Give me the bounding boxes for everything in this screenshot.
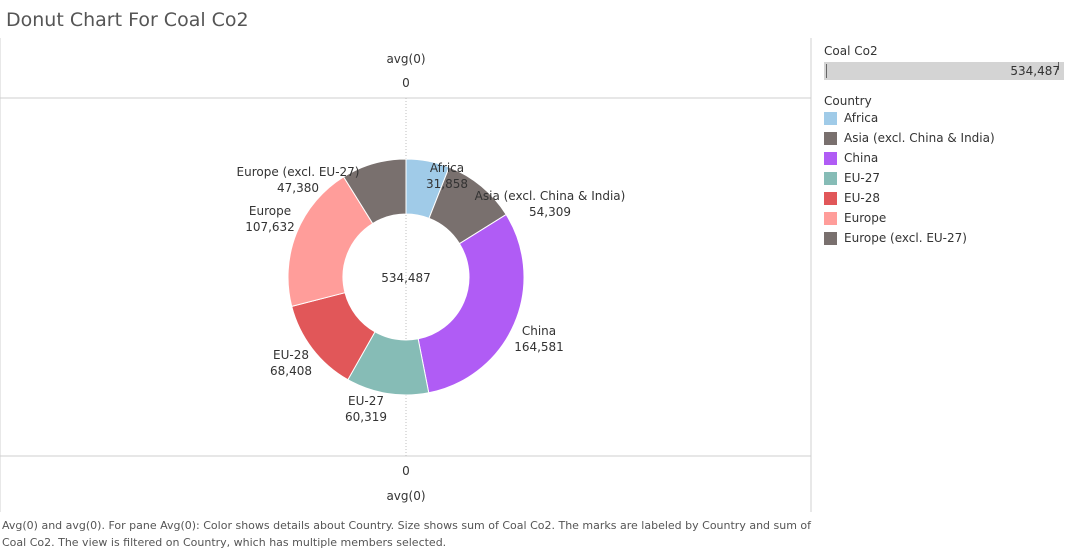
slice-value-label: 47,380 [277,181,319,195]
slice-country-label: Africa [430,161,464,175]
bottom-axis-tick: 0 [402,464,410,478]
donut-slice[interactable] [417,213,525,394]
slice-value-label: 54,309 [529,205,571,219]
legend-panel: Coal Co2 534,487 Country Africa Asia (exc… [824,44,1069,248]
size-legend-title: Coal Co2 [824,44,878,58]
color-legend-list: Africa Asia (excl. China & India) China EU-… [824,108,1069,248]
slice-country-label: Europe [249,204,291,218]
legend-swatch [824,131,837,145]
slice-value-label: 31,858 [426,177,468,191]
size-legend-value: 534,487 [1010,64,1060,78]
legend-swatch [824,231,837,245]
legend-swatch [824,171,837,185]
legend-item[interactable]: Europe (excl. EU-27) [824,228,1069,248]
size-legend-start-tick [826,64,827,78]
legend-swatch [824,151,837,165]
top-axis-tick: 0 [402,76,410,90]
legend-label: Asia (excl. China & India) [844,131,995,145]
chart-caption: Avg(0) and avg(0). For pane Avg(0): Colo… [2,519,812,549]
slice-value-label: 68,408 [270,364,312,378]
donut-chart[interactable]: Africa 31,858 Asia (excl. China & India) 54… [0,38,812,512]
color-legend-title: Country [824,94,872,108]
top-pane-header: avg(0) [386,52,426,66]
bottom-pane-header: avg(0) [386,489,426,503]
donut-chart-area[interactable]: Africa 31,858 Asia (excl. China & India) 54… [0,38,812,512]
slice-country-label: China [522,324,556,338]
slice-value-label: 164,581 [514,340,564,354]
legend-label: China [844,151,879,165]
slice-country-label: Asia (excl. China & India) [475,189,626,203]
legend-item[interactable]: Asia (excl. China & India) [824,128,1069,148]
legend-swatch [824,191,837,205]
size-legend-bar: 534,487 [824,62,1064,80]
slice-country-label: Europe (excl. EU-27) [237,165,360,179]
legend-item[interactable]: Europe [824,208,1069,228]
slice-country-label: EU-28 [273,348,309,362]
slice-country-label: EU-27 [348,394,384,408]
legend-label: Europe [844,211,887,225]
legend-label: Africa [844,111,879,125]
chart-title: Donut Chart For Coal Co2 [6,9,249,31]
legend-item[interactable]: China [824,148,1069,168]
legend-swatch [824,211,837,225]
legend-label: EU-27 [844,171,880,185]
slice-value-label: 60,319 [345,410,387,424]
legend-item[interactable]: EU-27 [824,168,1069,188]
donut-center-total: 534,487 [381,271,431,285]
slice-value-label: 107,632 [245,220,295,234]
legend-swatch [824,111,837,125]
legend-item[interactable]: EU-28 [824,188,1069,208]
legend-label: Europe (excl. EU-27) [844,231,967,245]
legend-item[interactable]: Africa [824,108,1069,128]
legend-label: EU-28 [844,191,880,205]
